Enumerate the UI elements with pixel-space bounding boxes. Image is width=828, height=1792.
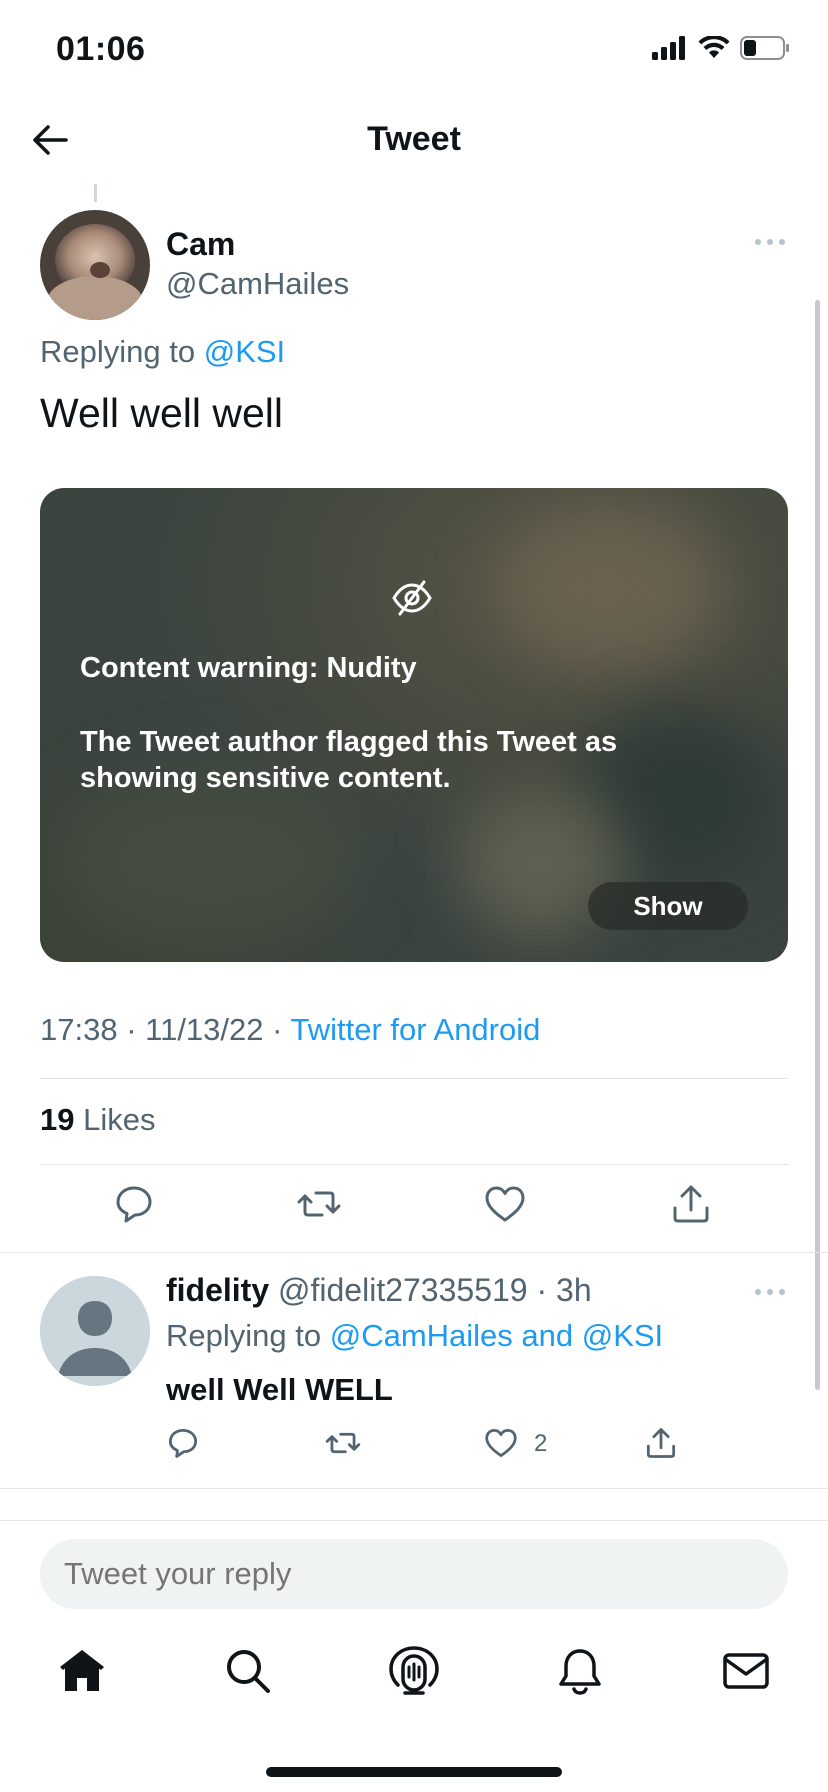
cellular-signal-icon: [652, 36, 685, 60]
content-warning-title: Content warning: Nudity: [80, 652, 417, 684]
reply-retweet-button[interactable]: [324, 1424, 362, 1462]
reply-avatar[interactable]: [40, 1276, 150, 1386]
tab-home[interactable]: [56, 1645, 108, 1697]
tweet-action-bar: [0, 1180, 828, 1236]
content-warning-text: The Tweet author flagged this Tweet as s…: [80, 726, 618, 794]
heart-icon: [485, 1428, 517, 1458]
page-title: Tweet: [367, 120, 461, 158]
reply-action-bar: 2: [0, 1424, 828, 1468]
retweet-icon: [325, 1432, 361, 1454]
divider: [0, 1488, 828, 1489]
spaces-icon: [389, 1646, 439, 1695]
reply-text: well Well WELL: [166, 1372, 393, 1407]
default-avatar-icon: [40, 1276, 150, 1386]
reply-replying-to-line: Replying to @CamHailes and @KSI: [166, 1318, 663, 1354]
media-blur-texture: [500, 508, 720, 668]
tweet-text: Well well well: [40, 390, 284, 436]
replying-to-line: Replying to @KSI: [40, 334, 285, 370]
likes-label: Likes: [83, 1102, 156, 1137]
wifi-icon: [698, 36, 730, 58]
tweet-more-button[interactable]: [752, 232, 788, 252]
reply-reply-button[interactable]: [164, 1424, 202, 1462]
more-horizontal-icon: [755, 1289, 785, 1295]
likes-summary[interactable]: 19 Likes: [40, 1102, 155, 1138]
bell-icon: [559, 1649, 601, 1695]
tab-bar: [0, 1645, 828, 1725]
tab-messages[interactable]: [720, 1645, 772, 1697]
share-icon: [673, 1185, 709, 1223]
thread-connector-line: [94, 184, 97, 202]
reply-author-name[interactable]: fidelity: [166, 1272, 269, 1308]
comment-icon: [168, 1428, 198, 1458]
tab-spaces[interactable]: [388, 1645, 440, 1697]
share-icon: [646, 1428, 676, 1458]
tab-search[interactable]: [222, 1645, 274, 1697]
status-bar: 01:06: [0, 0, 828, 98]
replying-to-link[interactable]: @KSI: [204, 334, 285, 369]
replying-to-prefix: Replying to: [166, 1318, 322, 1353]
reply-more-button[interactable]: [752, 1282, 788, 1302]
compose-bar: [0, 1520, 828, 1792]
reply-age: 3h: [556, 1272, 592, 1308]
meta-separator: ·: [272, 1012, 291, 1047]
navigation-bar: Tweet: [0, 98, 828, 184]
replying-to-links[interactable]: @CamHailes and @KSI: [330, 1318, 663, 1353]
replying-to-prefix: Replying to: [40, 334, 196, 369]
home-indicator: [266, 1767, 562, 1777]
share-button[interactable]: [667, 1180, 715, 1228]
status-icons: [652, 36, 790, 60]
meta-separator: ·: [126, 1012, 146, 1047]
tweet-date: 11/13/22: [145, 1012, 264, 1047]
eye-slash-icon: [392, 580, 432, 616]
show-media-button[interactable]: Show: [588, 882, 748, 930]
battery-icon: [740, 36, 789, 60]
status-time: 01:06: [56, 30, 146, 68]
tweet-source-link[interactable]: Twitter for Android: [291, 1012, 541, 1047]
retweet-icon: [297, 1191, 341, 1217]
reply-share-button[interactable]: [642, 1424, 680, 1462]
avatar-image: [40, 210, 150, 320]
author-handle[interactable]: @CamHailes: [166, 266, 349, 302]
divider: [40, 1078, 788, 1079]
divider: [0, 1252, 828, 1253]
reply-header: fidelity @fidelit27335519 · 3h: [166, 1272, 592, 1309]
reply-author-handle[interactable]: @fidelit27335519: [278, 1272, 528, 1308]
author-avatar[interactable]: [40, 210, 150, 320]
retweet-button[interactable]: [295, 1180, 343, 1228]
sensitive-media-card[interactable]: Content warning: Nudity The Tweet author…: [40, 488, 788, 962]
author-name[interactable]: Cam: [166, 226, 235, 263]
tweet-meta: 17:38 · 11/13/22 · Twitter for Android: [40, 1012, 540, 1048]
comment-icon: [116, 1186, 152, 1223]
more-horizontal-icon: [755, 239, 785, 245]
home-icon: [60, 1650, 104, 1691]
heart-icon: [485, 1186, 525, 1222]
divider: [40, 1164, 788, 1165]
reply-like-count: 2: [534, 1430, 548, 1457]
reply-like-button[interactable]: [482, 1424, 520, 1462]
like-button[interactable]: [481, 1180, 529, 1228]
tab-notifications[interactable]: [554, 1645, 606, 1697]
tweet-time: 17:38: [40, 1012, 118, 1047]
likes-count: 19: [40, 1102, 75, 1137]
reply-button[interactable]: [110, 1180, 158, 1228]
meta-separator: ·: [527, 1272, 557, 1308]
search-icon: [227, 1650, 270, 1693]
mail-icon: [723, 1653, 769, 1689]
tweet-reply-input[interactable]: [40, 1539, 788, 1609]
